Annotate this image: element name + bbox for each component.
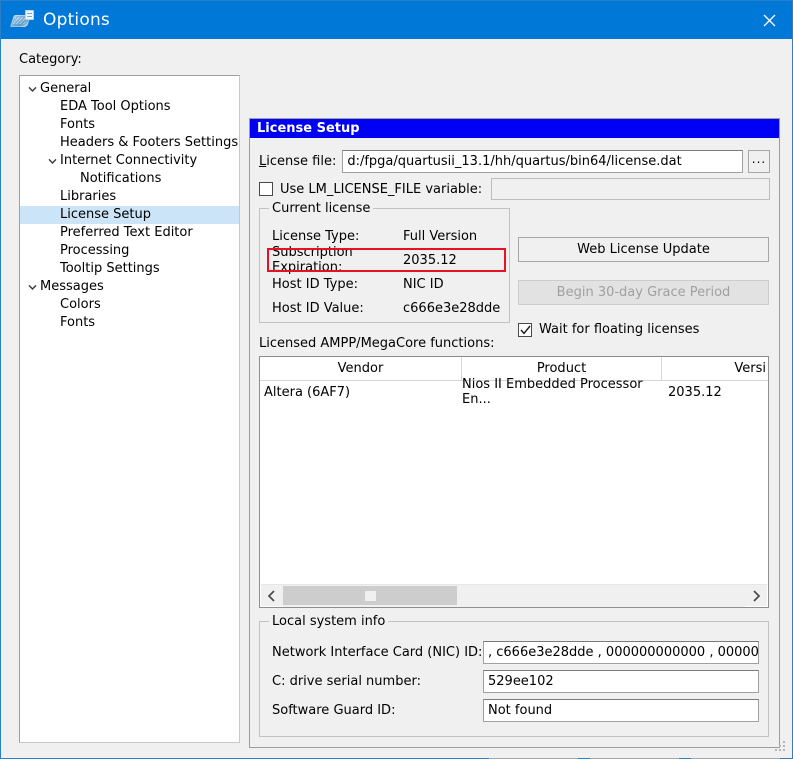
local-system-info-legend: Local system info	[269, 614, 389, 629]
category-label: Category:	[19, 52, 82, 67]
chevron-down-icon[interactable]	[45, 158, 60, 165]
sidebar-item-label: EDA Tool Options	[60, 99, 171, 114]
licensed-functions-label: Licensed AMPP/MegaCore functions:	[259, 336, 495, 351]
pane-title: License Setup	[250, 119, 779, 138]
lm-license-label: Use LM_LICENSE_FILE variable:	[280, 181, 483, 197]
wait-floating-licenses-label: Wait for floating licenses	[539, 322, 700, 337]
window-title: Options	[43, 10, 110, 30]
sidebar-item-label: Headers & Footers Settings	[60, 135, 239, 150]
sidebar-item-processing[interactable]: Processing	[20, 242, 239, 260]
sidebar-item-fonts[interactable]: Fonts	[20, 116, 239, 134]
sidebar-item-license-setup[interactable]: License Setup	[20, 206, 239, 224]
sidebar-item-label: Processing	[60, 243, 130, 258]
host-id-type-row: Host ID Type: NIC ID	[272, 274, 503, 294]
chevron-down-icon[interactable]	[25, 86, 40, 93]
host-id-value-row: Host ID Value: c666e3e28dde	[272, 298, 503, 318]
sidebar-item-label: Libraries	[60, 189, 117, 204]
subscription-expiration-label: Subscription Expiration:	[272, 245, 353, 275]
sidebar-item-label: License Setup	[60, 207, 151, 222]
drive-serial-label: C: drive serial number:	[272, 674, 421, 689]
chevron-down-icon[interactable]	[25, 284, 40, 291]
wait-floating-licenses-checkbox[interactable]	[518, 322, 532, 337]
sidebar-item-label: Fonts	[60, 315, 96, 330]
sidebar-item-label: Tooltip Settings	[60, 261, 160, 276]
sidebar-item-label: Colors	[60, 297, 101, 312]
host-id-value-label: Host ID Value:	[272, 300, 364, 316]
sidebar-item-label: Fonts	[60, 117, 96, 132]
sidebar-item-label: Internet Connectivity	[60, 153, 198, 168]
host-id-type-label: Host ID Type:	[272, 276, 358, 292]
license-type-label: License Type:	[272, 228, 360, 244]
sidebar-item-notifications[interactable]: Notifications	[20, 170, 239, 188]
license-file-row: License file: d:/fpga/quartusii_13.1/hh/…	[259, 150, 770, 173]
license-file-input[interactable]: d:/fpga/quartusii_13.1/hh/quartus/bin64/…	[342, 150, 743, 173]
sidebar-item-label: Notifications	[80, 171, 162, 186]
cell-version: 2035.12	[668, 384, 722, 400]
sidebar-item-headers-footers-settings[interactable]: Headers & Footers Settings	[20, 134, 239, 152]
nic-id-input[interactable]: , c666e3e28dde , 000000000000 , 00000000…	[483, 641, 759, 664]
license-file-label: License file:	[259, 154, 337, 169]
scroll-left-icon[interactable]	[261, 585, 283, 607]
scroll-right-icon[interactable]	[745, 585, 767, 607]
drive-serial-row: C: drive serial number: 529ee102	[272, 670, 759, 693]
wait-floating-licenses-row: Wait for floating licenses	[518, 322, 699, 337]
sidebar-item-messages[interactable]: Messages	[20, 278, 239, 296]
current-license-group: Current license License Type: Full Versi…	[259, 201, 510, 323]
lm-license-row: Use LM_LICENSE_FILE variable:	[259, 178, 770, 200]
nic-id-row: Network Interface Card (NIC) ID: , c666e…	[272, 641, 759, 664]
software-guard-input[interactable]: Not found	[483, 699, 759, 722]
sidebar-item-eda-tool-options[interactable]: EDA Tool Options	[20, 98, 239, 116]
horizontal-scrollbar[interactable]	[261, 584, 767, 607]
sidebar-item-label: General	[40, 81, 92, 96]
quartus-options-icon	[10, 9, 34, 31]
table-row[interactable]: Altera (6AF7) Nios II Embedded Processor…	[260, 377, 768, 407]
sidebar-item-colors[interactable]: Colors	[20, 296, 239, 314]
host-id-type-value: NIC ID	[403, 276, 444, 292]
sidebar-item-general[interactable]: General	[20, 80, 239, 98]
subscription-expiration-value: 2035.12	[403, 252, 457, 268]
close-icon[interactable]	[746, 1, 792, 39]
cell-product: Nios II Embedded Processor En...	[462, 377, 643, 407]
license-type-row: License Type: Full Version	[272, 226, 503, 246]
subscription-expiration-row: Subscription Expiration: 2035.12	[272, 245, 503, 275]
begin-grace-period-button: Begin 30-day Grace Period	[518, 280, 769, 305]
sidebar-item-label: Preferred Text Editor	[60, 225, 193, 240]
local-system-info-group: Local system info Network Interface Card…	[259, 614, 769, 737]
cell-vendor: Altera (6AF7)	[264, 384, 351, 400]
sidebar-item-preferred-text-editor[interactable]: Preferred Text Editor	[20, 224, 239, 242]
dialog-body: Category: General EDA Tool Options Fonts He…	[2, 40, 791, 759]
scrollbar-thumb[interactable]	[283, 585, 457, 605]
browse-button[interactable]: ...	[748, 150, 770, 173]
sidebar-item-label: Messages	[40, 279, 104, 294]
use-lm-license-file-checkbox[interactable]	[259, 182, 273, 196]
title-bar: Options	[1, 1, 792, 39]
category-tree[interactable]: General EDA Tool Options Fonts Headers & Fo…	[19, 75, 240, 743]
sidebar-item-fonts[interactable]: Fonts	[20, 314, 239, 332]
license-setup-pane: License Setup License file: d:/fpga/quar…	[249, 118, 780, 748]
sidebar-item-libraries[interactable]: Libraries	[20, 188, 239, 206]
column-header-vendor[interactable]: Vendor	[260, 357, 462, 380]
scrollbar-track[interactable]	[283, 584, 745, 607]
software-guard-row: Software Guard ID: Not found	[272, 699, 759, 722]
licensed-functions-table[interactable]: Vendor Product Versi Altera (6AF7) Nios …	[259, 356, 769, 608]
sidebar-item-tooltip-settings[interactable]: Tooltip Settings	[20, 260, 239, 278]
current-license-legend: Current license	[269, 201, 374, 216]
column-header-version[interactable]: Versi	[662, 357, 768, 380]
lm-license-input[interactable]	[491, 178, 770, 200]
drive-serial-input[interactable]: 529ee102	[483, 670, 759, 693]
host-id-value-value: c666e3e28dde	[403, 300, 501, 316]
sidebar-item-internet-connectivity[interactable]: Internet Connectivity	[20, 152, 239, 170]
web-license-update-button[interactable]: Web License Update	[518, 237, 769, 262]
software-guard-label: Software Guard ID:	[272, 703, 396, 718]
nic-id-label: Network Interface Card (NIC) ID:	[272, 645, 483, 660]
license-type-value: Full Version	[403, 228, 478, 244]
